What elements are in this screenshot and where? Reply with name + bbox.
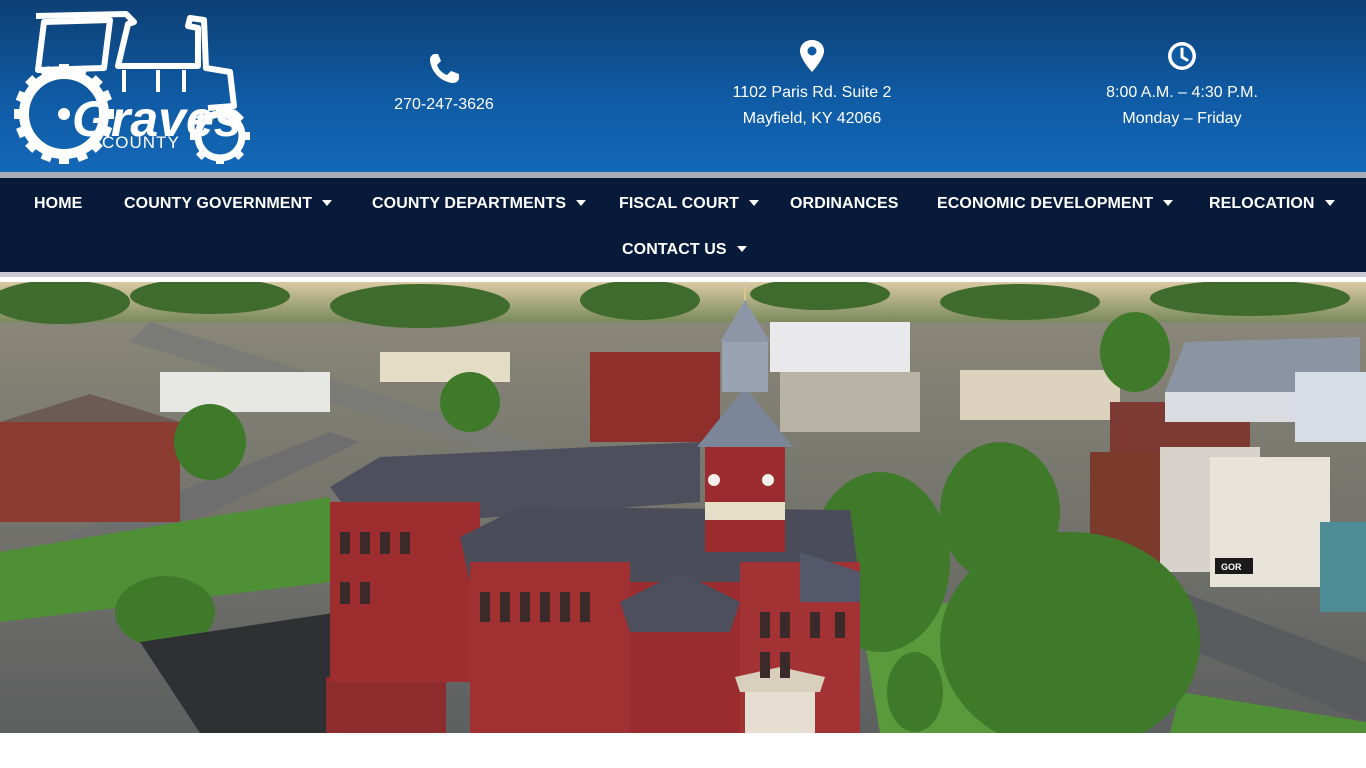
nav-item-contact-us[interactable]: CONTACT US [622, 227, 747, 273]
site-header: Graves COUNTY 270-247-3626 1102 Paris Rd… [0, 0, 1366, 172]
nav-item-economic-development[interactable]: ECONOMIC DEVELOPMENT [937, 181, 1174, 227]
hero-courthouse-image: GOR [0, 282, 1366, 733]
nav-item-county-government[interactable]: COUNTY GOVERNMENT [124, 181, 333, 227]
hours-contact: 8:00 A.M. – 4:30 P.M. Monday – Friday [1052, 38, 1312, 132]
store-sign-text: GOR [1221, 562, 1242, 572]
nav-label: RELOCATION [1209, 195, 1315, 212]
tractor-gear-logo-icon: Graves COUNTY [14, 11, 250, 164]
hours-line-2: Monday – Friday [1122, 110, 1242, 127]
hours-line-1: 8:00 A.M. – 4:30 P.M. [1106, 84, 1258, 101]
address-contact[interactable]: 1102 Paris Rd. Suite 2 Mayfield, KY 4206… [682, 38, 942, 132]
chevron-down-icon [1163, 200, 1174, 206]
graves-county-logo[interactable]: Graves COUNTY [8, 8, 254, 164]
phone-icon [427, 50, 461, 86]
nav-label: COUNTY DEPARTMENTS [372, 195, 567, 212]
nav-item-home[interactable]: HOME [34, 181, 82, 227]
clock-icon [1165, 38, 1199, 74]
map-pin-icon [795, 38, 829, 74]
content-area-start [0, 733, 1366, 768]
chevron-down-icon [736, 246, 747, 252]
nav-label: ECONOMIC DEVELOPMENT [937, 195, 1154, 212]
phone-number[interactable]: 270-247-3626 [314, 92, 574, 118]
nav-label: FISCAL COURT [619, 195, 740, 212]
chevron-down-icon [576, 200, 587, 206]
nav-label: HOME [34, 195, 83, 212]
nav-label: ORDINANCES [790, 195, 899, 212]
nav-label: CONTACT US [622, 241, 727, 258]
nav-item-fiscal-court[interactable]: FISCAL COURT [619, 181, 760, 227]
phone-contact[interactable]: 270-247-3626 [314, 50, 574, 118]
nav-item-ordinances[interactable]: ORDINANCES [790, 181, 899, 227]
nav-row-2: CONTACT US [0, 227, 1366, 273]
logo-sub-text: COUNTY [102, 133, 180, 152]
chevron-down-icon [749, 200, 760, 206]
chevron-down-icon [1324, 200, 1335, 206]
chevron-down-icon [322, 200, 333, 206]
address-line-2: Mayfield, KY 42066 [742, 110, 882, 127]
main-navigation: HOME COUNTY GOVERNMENT COUNTY DEPARTMENT… [0, 178, 1366, 272]
address-line-1: 1102 Paris Rd. Suite 2 [732, 84, 892, 101]
nav-item-relocation[interactable]: RELOCATION [1209, 181, 1335, 227]
nav-item-county-departments[interactable]: COUNTY DEPARTMENTS [372, 181, 587, 227]
nav-row-1: HOME COUNTY GOVERNMENT COUNTY DEPARTMENT… [0, 181, 1366, 227]
nav-label: COUNTY GOVERNMENT [124, 195, 313, 212]
